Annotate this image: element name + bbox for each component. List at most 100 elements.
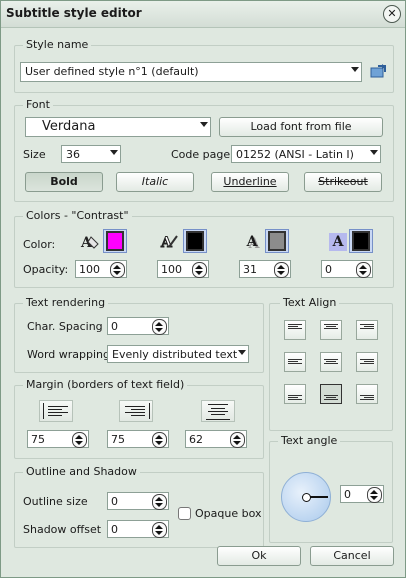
outline-opacity-spinner[interactable]: 100 [157,260,209,278]
color-label: Color: [23,238,56,251]
left-margin-icon [39,400,73,422]
chevron-down-icon [200,122,208,127]
cancel-button[interactable]: Cancel [310,546,394,566]
shadow-offset-value: 0 [111,523,118,536]
align-top-left-button[interactable] [284,320,306,340]
chevron-down-icon [351,67,359,72]
text-fill-icon: A [79,231,101,253]
style-name-select[interactable]: User defined style n°1 (default) [20,62,362,82]
text-angle-value: 0 [344,488,351,501]
vertical-margin-value: 62 [189,433,203,446]
spinner-arrows-icon[interactable] [367,487,382,503]
outline-color-swatch [186,231,204,251]
font-family-select[interactable]: Verdana [25,117,211,137]
font-size-value: 36 [66,148,80,161]
opacity-label: Opacity: [23,263,69,276]
spinner-arrows-icon[interactable] [274,262,289,278]
vertical-margin-icon [201,400,235,422]
text-align-label: Text Align [280,296,340,309]
margin-label: Margin (borders of text field) [23,378,188,391]
outline-shadow-group: Outline and Shadow Outline size 0 Shadow… [14,465,264,548]
style-name-value: User defined style n°1 (default) [25,65,199,78]
shadow-opacity-value: 31 [243,263,257,276]
text-angle-spinner[interactable]: 0 [340,485,384,503]
subtitle-style-editor-window: Subtitle style editor ✕ Style name User … [0,0,406,578]
chevron-down-icon [238,350,246,355]
underline-button[interactable]: Underline [211,172,289,192]
align-middle-right-button[interactable] [356,352,378,372]
background-opacity-spinner[interactable]: 0 [321,260,373,278]
outline-size-label: Outline size [23,495,88,508]
style-name-label: Style name [23,38,92,51]
char-spacing-value: 0 [111,320,118,333]
margin-group: Margin (borders of text field) 75 75 62 [14,378,264,459]
primary-color-picker[interactable] [103,229,127,253]
spinner-arrows-icon[interactable] [230,432,245,448]
rename-style-icon[interactable] [369,64,387,80]
bold-button[interactable]: Bold [25,172,103,192]
text-angle-label: Text angle [278,434,341,447]
code-page-select[interactable]: 01252 (ANSI - Latin I) [231,145,381,163]
ok-button[interactable]: Ok [217,546,301,566]
word-wrapping-value: Evenly distributed text [112,348,238,361]
shadow-color-icon: A [246,234,258,250]
outline-size-value: 0 [111,495,118,508]
text-align-group: Text Align [269,296,393,431]
vertical-margin-spinner[interactable]: 62 [185,430,247,448]
align-middle-left-button[interactable] [284,352,306,372]
shadow-offset-label: Shadow offset [23,523,102,536]
code-page-label: Code page [171,148,231,161]
char-spacing-spinner[interactable]: 0 [107,317,169,335]
background-color-icon: A [329,233,347,251]
spinner-arrows-icon[interactable] [152,494,167,510]
font-size-select[interactable]: 36 [61,145,121,163]
style-name-group: Style name User defined style n°1 (defau… [14,38,394,93]
left-margin-value: 75 [31,433,45,446]
left-margin-spinner[interactable]: 75 [27,430,89,448]
shadow-offset-spinner[interactable]: 0 [107,520,169,538]
word-wrapping-select[interactable]: Evenly distributed text [107,345,249,363]
angle-dial[interactable] [281,472,331,522]
colors-label: Colors - "Contrast" [23,209,132,222]
primary-opacity-spinner[interactable]: 100 [75,260,127,278]
outline-opacity-value: 100 [161,263,182,276]
spinner-arrows-icon[interactable] [110,262,125,278]
word-wrapping-label: Word wrapping [27,348,111,361]
font-group: Font Verdana Load font from file Size 36… [14,98,394,202]
align-middle-center-button[interactable] [320,352,342,372]
char-spacing-label: Char. Spacing [27,320,103,333]
load-font-button[interactable]: Load font from file [219,117,383,137]
close-icon[interactable]: ✕ [383,5,401,23]
spinner-arrows-icon[interactable] [356,262,371,278]
window-title: Subtitle style editor [6,6,142,20]
align-bottom-center-button[interactable] [320,384,342,404]
right-margin-icon [119,400,153,422]
background-color-picker[interactable] [349,229,373,253]
outline-color-picker[interactable] [183,229,207,253]
spinner-arrows-icon[interactable] [72,432,87,448]
shadow-color-swatch [268,231,286,251]
opaque-box-checkbox[interactable] [178,507,191,520]
primary-opacity-value: 100 [79,263,100,276]
outline-shadow-label: Outline and Shadow [23,465,140,478]
strikeout-button[interactable]: Strikeout [304,172,382,192]
shadow-opacity-spinner[interactable]: 31 [239,260,291,278]
spinner-arrows-icon[interactable] [192,262,207,278]
title-bar: Subtitle style editor ✕ [1,1,405,28]
background-opacity-value: 0 [325,263,332,276]
right-margin-spinner[interactable]: 75 [107,430,169,448]
outline-size-spinner[interactable]: 0 [107,492,169,510]
spinner-arrows-icon[interactable] [152,319,167,335]
italic-button[interactable]: Italic [116,172,194,192]
text-angle-group: Text angle 0 [269,434,393,543]
align-bottom-left-button[interactable] [284,384,306,404]
align-top-center-button[interactable] [320,320,342,340]
shadow-color-picker[interactable] [265,229,289,253]
spinner-arrows-icon[interactable] [152,432,167,448]
opaque-box-label: Opaque box [195,507,262,520]
spinner-arrows-icon[interactable] [152,522,167,538]
align-bottom-right-button[interactable] [356,384,378,404]
align-top-right-button[interactable] [356,320,378,340]
outline-color-icon: A [159,231,181,253]
size-label: Size [23,148,46,161]
